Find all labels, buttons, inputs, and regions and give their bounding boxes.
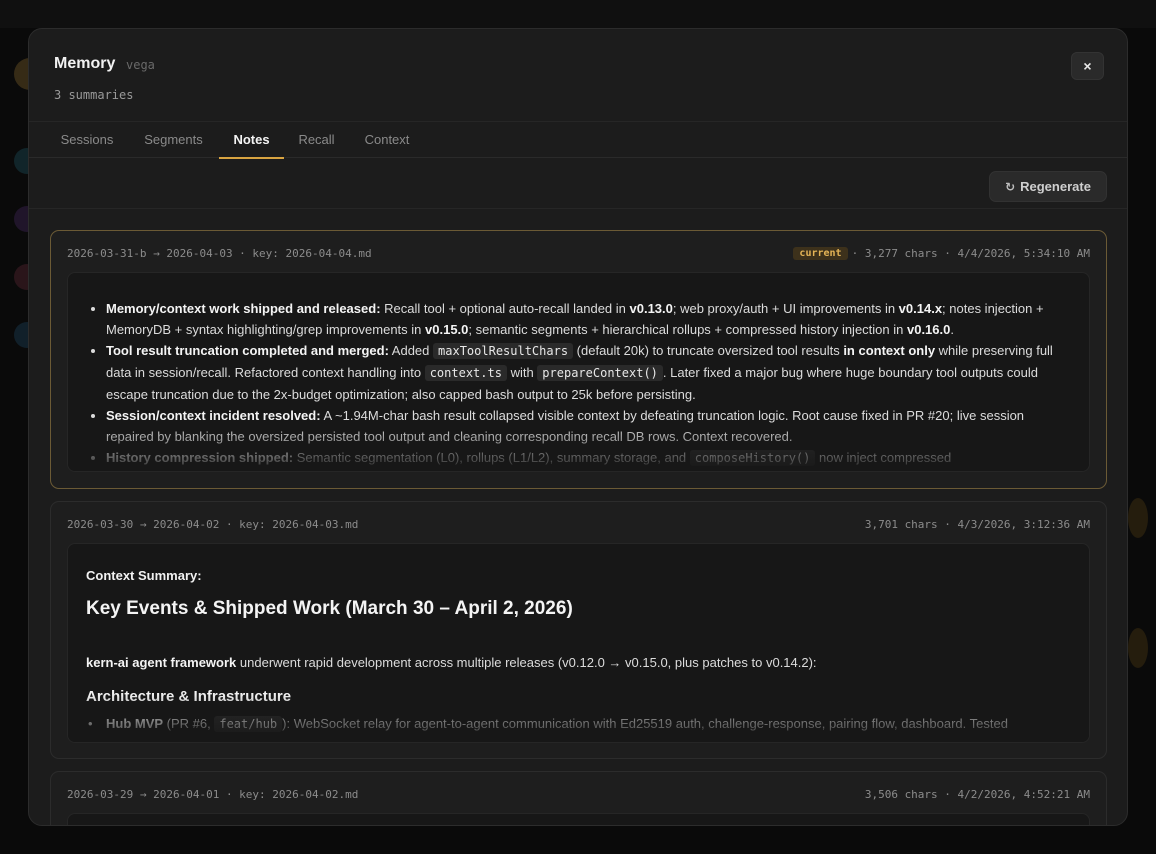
background-accent <box>1128 498 1148 538</box>
note-info: current · 3,277 chars · 4/4/2026, 5:34:1… <box>793 247 1090 260</box>
note-stats: · 3,277 chars · 4/4/2026, 5:34:10 AM <box>851 247 1090 260</box>
list-item: Hub MVP (PR #6, feat/hub): WebSocket rel… <box>88 713 1008 735</box>
summary-count: 3 summaries <box>54 88 134 102</box>
regenerate-button[interactable]: ↻ Regenerate <box>989 171 1107 202</box>
agent-name: vega <box>126 58 155 72</box>
note-stats: 3,506 chars · 4/2/2026, 4:52:21 AM <box>864 788 1090 801</box>
bold-text: kern-ai agent framework <box>86 655 237 670</box>
bold-text: in context only <box>843 343 936 358</box>
note-bullets: Memory/context work shipped and released… <box>68 273 1089 469</box>
list-item: Session/context incident resolved: A ~1.… <box>106 405 1071 447</box>
note-card[interactable]: 2026-03-31-b → 2026-04-03 · key: 2026-04… <box>50 230 1107 489</box>
bold-text: Hub MVP <box>106 716 164 731</box>
note-meta: 2026-03-30 → 2026-04-02 · key: 2026-04-0… <box>67 518 359 531</box>
modal-title: Memory <box>54 55 116 72</box>
version-text: v0.14.x <box>898 301 943 316</box>
bullet-lead: Memory/context work shipped and released… <box>106 301 381 316</box>
note-meta: 2026-03-29 → 2026-04-01 · key: 2026-04-0… <box>67 788 359 801</box>
note-card[interactable]: 2026-03-30 → 2026-04-02 · key: 2026-04-0… <box>50 501 1107 759</box>
tab-segments[interactable]: Segments <box>136 122 211 158</box>
tab-bar: Sessions Segments Notes Recall Context <box>29 121 1127 159</box>
background-topbar <box>0 0 1156 28</box>
summary-heading: Key Events & Shipped Work (March 30 – Ap… <box>86 598 573 619</box>
note-content <box>67 813 1090 825</box>
note-content: Context Summary: Key Events & Shipped Wo… <box>67 543 1090 743</box>
list-item: Memory/context work shipped and released… <box>106 298 1071 340</box>
modal-header: Memory vega 3 summaries × <box>29 29 1127 121</box>
note-content: Memory/context work shipped and released… <box>67 272 1090 472</box>
notes-toolbar: ↻ Regenerate <box>29 159 1127 209</box>
tab-sessions[interactable]: Sessions <box>54 122 120 158</box>
version-text: v0.16.0 <box>906 322 951 337</box>
summary-paragraph: kern-ai agent framework underwent rapid … <box>86 652 817 673</box>
refresh-icon: ↻ <box>1005 179 1016 194</box>
close-icon: × <box>1083 58 1092 74</box>
bullet-text: . <box>950 322 954 337</box>
bullet-lead: Tool result truncation completed and mer… <box>106 343 389 358</box>
context-summary-label: Context Summary: <box>86 568 202 583</box>
current-badge: current <box>793 247 848 260</box>
tab-notes[interactable]: Notes <box>219 122 284 159</box>
inline-code: feat/hub <box>214 716 283 732</box>
summary-subheading: Architecture & Infrastructure <box>86 688 292 705</box>
bullet-lead: Session/context incident resolved: <box>106 408 321 423</box>
inline-code: prepareContext() <box>537 365 663 381</box>
bullet-text: (default 20k) to truncate oversized tool… <box>573 343 844 358</box>
note-info: 3,506 chars · 4/2/2026, 4:52:21 AM <box>865 788 1090 801</box>
bullet-text: ): WebSocket relay for agent-to-agent co… <box>282 716 1008 731</box>
inline-code: composeHistory() <box>689 450 816 466</box>
memory-modal: Memory vega 3 summaries × Sessions Segme… <box>28 28 1128 826</box>
bullet-text: now inject compressed <box>815 450 952 465</box>
tab-context[interactable]: Context <box>359 122 415 158</box>
version-text: v0.13.0 <box>629 301 673 316</box>
note-stats: 3,701 chars · 4/3/2026, 3:12:36 AM <box>864 518 1090 531</box>
list-item: History compression shipped: Semantic se… <box>106 447 1071 469</box>
regenerate-label: Regenerate <box>1020 179 1091 194</box>
bullet-text: with <box>506 365 538 380</box>
bullet-text: ; semantic segments + hierarchical rollu… <box>468 322 907 337</box>
list-item: Tool result truncation completed and mer… <box>106 340 1071 405</box>
note-card[interactable]: 2026-03-29 → 2026-04-01 · key: 2026-04-0… <box>50 771 1107 825</box>
version-text: v0.15.0 <box>425 322 469 337</box>
bullet-text: (PR #6, <box>163 716 215 731</box>
notes-list[interactable]: 2026-03-31-b → 2026-04-03 · key: 2026-04… <box>29 210 1127 825</box>
close-button[interactable]: × <box>1071 52 1104 80</box>
note-info: 3,701 chars · 4/3/2026, 3:12:36 AM <box>865 518 1090 531</box>
tab-recall[interactable]: Recall <box>293 122 340 158</box>
bullet-text: ; web proxy/auth + UI improvements in <box>672 301 899 316</box>
note-meta: 2026-03-31-b → 2026-04-03 · key: 2026-04… <box>67 247 372 260</box>
bullet-text: Added <box>388 343 434 358</box>
bullet-text: Semantic segmentation (L0), rollups (L1/… <box>293 450 690 465</box>
bullet-text: Recall tool + optional auto-recall lande… <box>380 301 630 316</box>
bullet-lead: History compression shipped: <box>106 450 294 465</box>
background-accent <box>1128 628 1148 668</box>
inline-code: maxToolResultChars <box>433 343 574 359</box>
paragraph-text: underwent rapid development across multi… <box>236 655 817 670</box>
inline-code: context.ts <box>424 365 507 381</box>
